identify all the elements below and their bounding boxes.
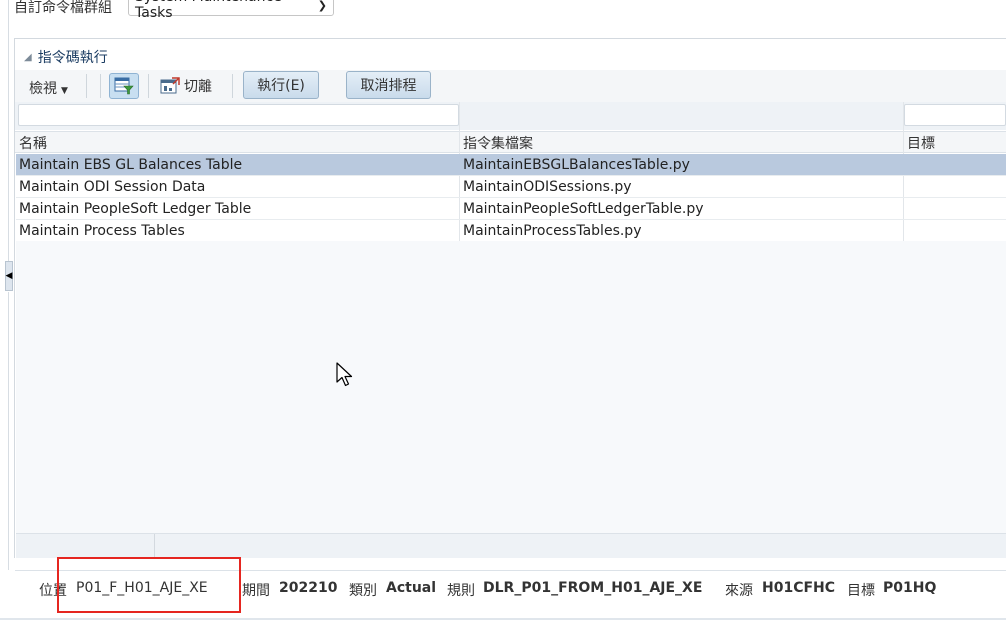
view-menu-label: 檢視 — [29, 81, 57, 97]
detach-icon — [160, 77, 180, 94]
collapse-splitter[interactable]: ◀ — [5, 261, 13, 291]
cancel-schedule-button[interactable]: 取消排程 — [346, 71, 431, 99]
group-label: 自訂命令檔群組 — [14, 0, 112, 16]
group-select-value: System Maintenance Tasks — [135, 0, 282, 21]
left-rule — [8, 0, 9, 262]
grid-footer — [16, 533, 1006, 558]
query-by-example-button[interactable] — [109, 73, 139, 99]
status-category-value[interactable]: Actual — [386, 580, 436, 596]
caret-down-icon: ▼ — [61, 86, 68, 96]
status-period-value[interactable]: 202210 — [279, 580, 337, 596]
view-menu[interactable]: 檢視 ▼ — [29, 78, 68, 98]
row-script-file: MaintainEBSGLBalancesTable.py — [463, 157, 690, 173]
status-category-label: 類別 — [349, 583, 377, 599]
toolbar-divider — [86, 74, 87, 98]
status-rule-label: 規則 — [447, 583, 475, 599]
row-script-file: MaintainODISessions.py — [463, 179, 632, 195]
highlight-annotation-box — [57, 557, 241, 613]
mouse-cursor-icon — [336, 362, 353, 387]
row-script-file: MaintainPeopleSoftLedgerTable.py — [463, 201, 704, 217]
column-header-name[interactable]: 名稱 — [19, 133, 47, 153]
run-button[interactable]: 執行(E) — [243, 71, 319, 99]
status-period-label: 期間 — [242, 583, 270, 599]
group-select[interactable]: System Maintenance Tasks ❯ — [128, 0, 334, 21]
panel-title: 指令碼執行 — [37, 50, 108, 66]
table-row[interactable]: Maintain Process Tables MaintainProcessT… — [16, 220, 1006, 242]
left-rule-lower — [8, 292, 9, 570]
table-row[interactable]: Maintain PeopleSoft Ledger Table Maintai… — [16, 198, 1006, 220]
row-name: Maintain ODI Session Data — [19, 179, 206, 195]
detach-label: 切離 — [184, 79, 212, 95]
toolbar-divider — [100, 74, 101, 98]
filter-table-icon — [114, 77, 134, 95]
column-header-target[interactable]: 目標 — [907, 133, 935, 153]
chevron-down-icon: ❯ — [317, 0, 327, 12]
table-row[interactable]: Maintain ODI Session Data MaintainODISes… — [16, 176, 1006, 198]
status-target-label: 目標 — [847, 583, 875, 599]
detach-button[interactable]: 切離 — [160, 76, 212, 96]
status-source-value[interactable]: H01CFHC — [762, 580, 835, 596]
toolbar-divider — [148, 74, 149, 98]
name-filter-input[interactable] — [18, 104, 459, 126]
toolbar-divider — [232, 74, 233, 98]
collapse-left-icon: ◀ — [5, 271, 13, 281]
target-filter-input[interactable] — [904, 104, 1006, 126]
panel-header[interactable]: ◢ 指令碼執行 — [24, 47, 108, 67]
status-source-label: 來源 — [725, 583, 753, 599]
status-target-value[interactable]: P01HQ — [883, 580, 936, 596]
grid-empty-area — [16, 241, 1006, 533]
collapse-triangle-icon[interactable]: ◢ — [24, 52, 32, 63]
table-row[interactable]: Maintain EBS GL Balances Table MaintainE… — [16, 154, 1006, 176]
grid-footer-divider — [154, 534, 155, 558]
row-script-file: MaintainProcessTables.py — [463, 223, 642, 239]
row-name: Maintain PeopleSoft Ledger Table — [19, 201, 252, 217]
row-name: Maintain Process Tables — [19, 223, 185, 239]
bottom-divider — [0, 618, 1006, 620]
status-rule-value[interactable]: DLR_P01_FROM_H01_AJE_XE — [483, 580, 702, 596]
column-header-script-file[interactable]: 指令集檔案 — [463, 133, 533, 153]
row-name: Maintain EBS GL Balances Table — [19, 157, 243, 173]
